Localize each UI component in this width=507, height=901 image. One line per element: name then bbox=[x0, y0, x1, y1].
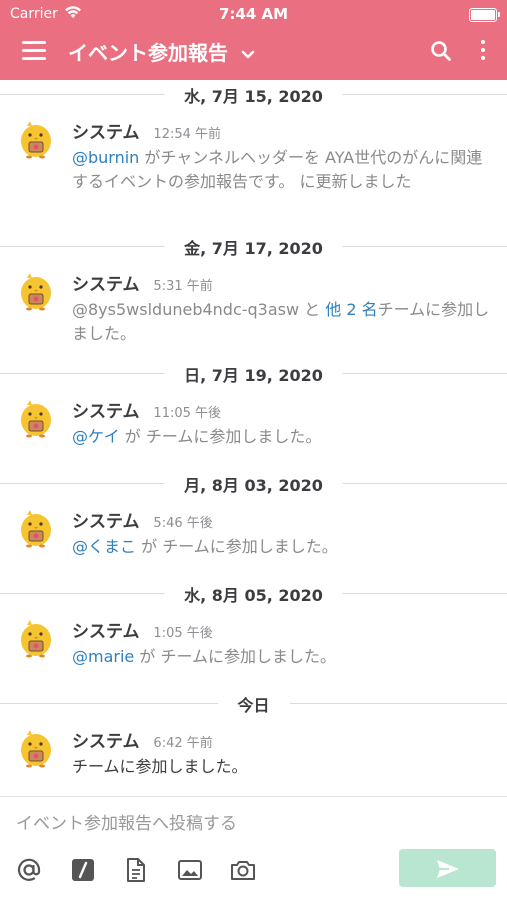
menu-icon[interactable] bbox=[22, 41, 46, 61]
post-text: が チームに参加しました。 bbox=[136, 537, 338, 556]
post-composer: イベント参加報告へ投稿する bbox=[0, 796, 507, 901]
post-author[interactable]: システム bbox=[72, 123, 140, 143]
date-separator: 水, 8月 05, 2020 bbox=[0, 579, 507, 607]
post-author[interactable]: システム bbox=[72, 275, 140, 295]
post-item[interactable]: システム 12:54 午前 @burnin がチャンネルヘッダーを AYA世代の… bbox=[0, 108, 507, 232]
at-icon[interactable] bbox=[16, 857, 42, 883]
chevron-down-icon bbox=[241, 50, 255, 58]
navbar: イベント参加報告 bbox=[0, 30, 507, 74]
post-message: @marie が チームに参加しました。 bbox=[72, 645, 492, 669]
post-header: システム 11:05 午後 bbox=[72, 397, 221, 422]
post-header: システム 1:05 午後 bbox=[72, 617, 213, 642]
post-time: 1:05 午後 bbox=[153, 626, 213, 641]
channel-title[interactable]: イベント参加報告 bbox=[68, 37, 255, 66]
post-time: 5:46 午後 bbox=[153, 516, 213, 531]
camera-icon[interactable] bbox=[230, 857, 256, 883]
post-header: システム 5:31 午前 bbox=[72, 270, 213, 295]
post-message: @くまこ が チームに参加しました。 bbox=[72, 535, 492, 559]
channel-name: イベント参加報告 bbox=[68, 41, 228, 65]
post-header: システム 12:54 午前 bbox=[72, 118, 221, 143]
mention-link[interactable]: @ケイ bbox=[72, 427, 120, 446]
status-bar: Carrier 7:44 AM bbox=[0, 0, 507, 28]
post-text: が チームに参加しました。 bbox=[134, 647, 336, 666]
post-item[interactable]: システム 11:05 午後 @ケイ が チームに参加しました。 bbox=[0, 387, 507, 469]
bot-avatar-icon bbox=[21, 620, 51, 658]
post-time: 5:31 午前 bbox=[153, 279, 213, 294]
post-item[interactable]: システム 5:46 午後 @くまこ が チームに参加しました。 bbox=[0, 497, 507, 579]
more-icon[interactable] bbox=[479, 40, 487, 62]
date-separator: 日, 7月 19, 2020 bbox=[0, 359, 507, 387]
search-icon[interactable] bbox=[430, 40, 452, 62]
bot-avatar-icon bbox=[21, 400, 51, 438]
post-prefix: @8ys5wslduneb4ndc-q3asw と bbox=[72, 300, 326, 319]
bot-avatar-icon bbox=[21, 121, 51, 159]
date-separator: 水, 7月 15, 2020 bbox=[0, 80, 507, 108]
header: Carrier 7:44 AM イベント参加報告 bbox=[0, 0, 507, 80]
post-time: 6:42 午前 bbox=[153, 736, 213, 751]
post-message: @burnin がチャンネルヘッダーを AYA世代のがんに関連するイベントの参加… bbox=[72, 146, 492, 194]
post-author[interactable]: システム bbox=[72, 512, 140, 532]
clock: 7:44 AM bbox=[218, 5, 289, 23]
date-separator: 今日 bbox=[0, 689, 507, 717]
others-link[interactable]: 他 2 名 bbox=[325, 300, 377, 319]
post-message: @8ys5wslduneb4ndc-q3asw と 他 2 名チームに参加しまし… bbox=[72, 298, 492, 346]
file-icon[interactable] bbox=[123, 857, 149, 883]
post-text: チームに参加しました。 bbox=[72, 757, 248, 776]
post-header: システム 6:42 午前 bbox=[72, 727, 213, 752]
mention-link[interactable]: @marie bbox=[72, 647, 134, 666]
mention-link[interactable]: @くまこ bbox=[72, 537, 136, 556]
send-button[interactable] bbox=[399, 849, 496, 887]
battery-icon bbox=[469, 8, 500, 22]
post-item[interactable]: システム 6:42 午前 チームに参加しました。 bbox=[0, 717, 507, 799]
post-author[interactable]: システム bbox=[72, 622, 140, 642]
bot-avatar-icon bbox=[21, 510, 51, 548]
date-separator: 月, 8月 03, 2020 bbox=[0, 469, 507, 497]
post-item[interactable]: システム 1:05 午後 @marie が チームに参加しました。 bbox=[0, 607, 507, 689]
message-feed[interactable]: 水, 7月 15, 2020 システム 12:54 午前 @burnin がチャ… bbox=[0, 80, 507, 799]
post-item[interactable]: システム 5:31 午前 @8ys5wslduneb4ndc-q3asw と 他… bbox=[0, 260, 507, 359]
send-icon bbox=[437, 860, 459, 878]
post-header: システム 5:46 午後 bbox=[72, 507, 213, 532]
slash-command-icon[interactable] bbox=[70, 857, 96, 883]
message-input[interactable]: イベント参加報告へ投稿する bbox=[16, 809, 237, 834]
post-message: @ケイ が チームに参加しました。 bbox=[72, 425, 492, 449]
image-icon[interactable] bbox=[177, 857, 203, 883]
bot-avatar-icon bbox=[21, 273, 51, 311]
post-author[interactable]: システム bbox=[72, 402, 140, 422]
post-time: 12:54 午前 bbox=[153, 127, 222, 142]
post-message: チームに参加しました。 bbox=[72, 755, 492, 779]
post-time: 11:05 午後 bbox=[153, 406, 222, 421]
bot-avatar-icon bbox=[21, 730, 51, 768]
post-author[interactable]: システム bbox=[72, 732, 140, 752]
mention-link[interactable]: @burnin bbox=[72, 148, 139, 167]
date-separator: 金, 7月 17, 2020 bbox=[0, 232, 507, 260]
post-text: が チームに参加しました。 bbox=[119, 427, 322, 446]
